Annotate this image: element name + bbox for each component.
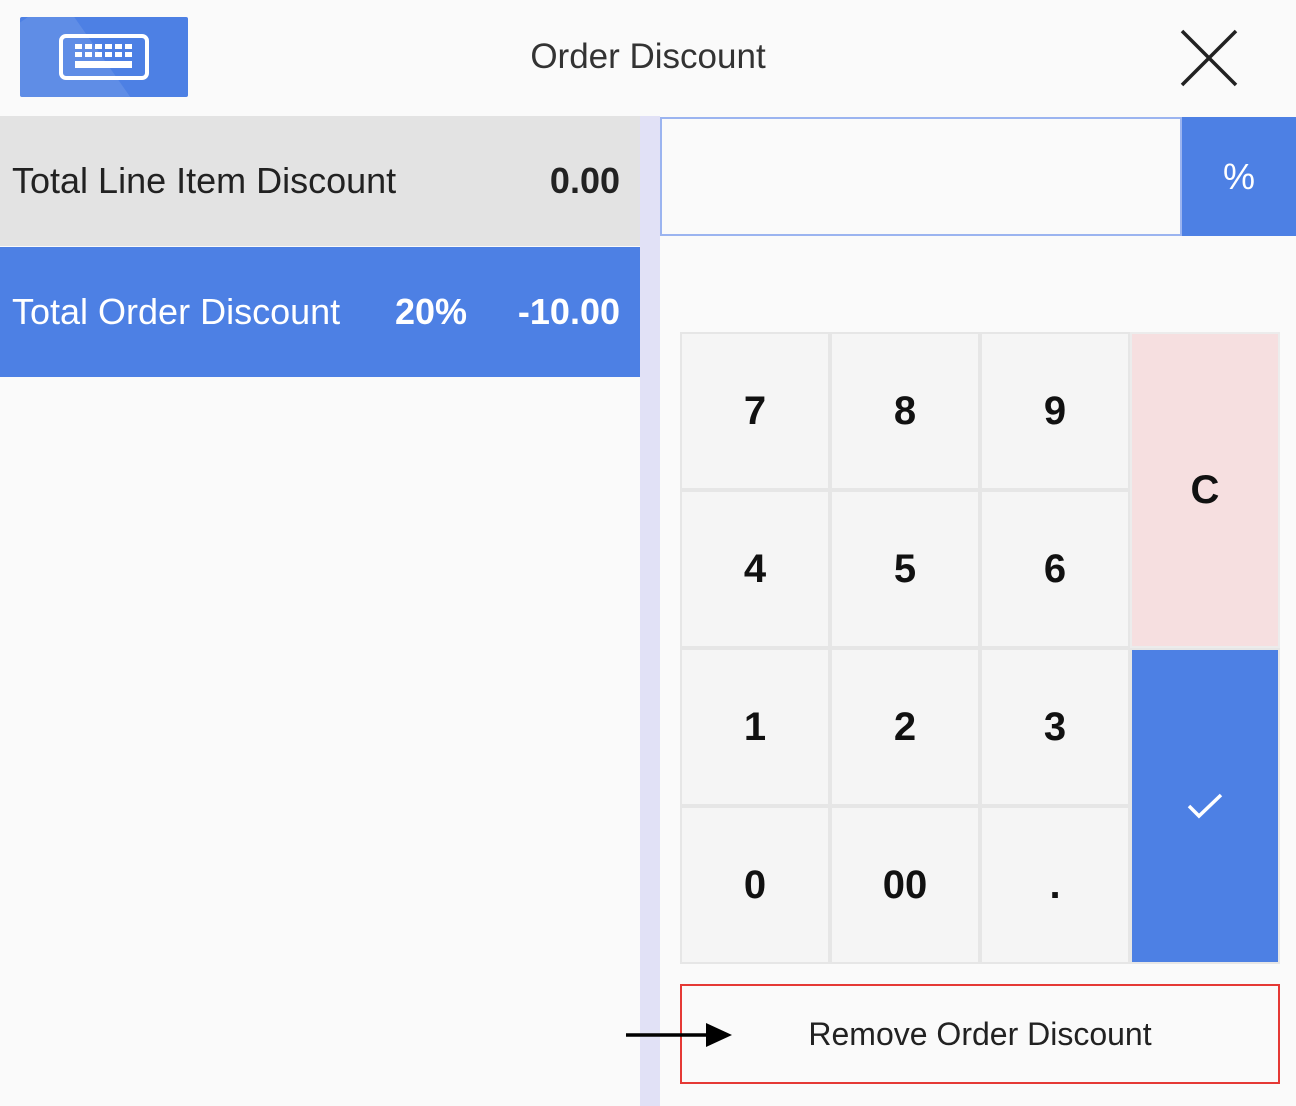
order-discount-percent: 20%	[395, 291, 468, 332]
order-discount-label: Total Order Discount	[12, 291, 341, 332]
order-discount-amount: -10.00	[517, 291, 620, 332]
key-8[interactable]: 8	[830, 332, 980, 490]
order-discount-row[interactable]: Total Order Discount 20% -10.00	[0, 247, 640, 377]
dialog-title: Order Discount	[530, 37, 766, 76]
key-decimal[interactable]: .	[980, 806, 1130, 964]
line-item-discount-amount: 0.00	[549, 160, 620, 201]
percent-mode-button[interactable]: %	[1182, 117, 1296, 236]
close-icon	[1180, 29, 1238, 87]
key-7[interactable]: 7	[680, 332, 830, 490]
confirm-key[interactable]	[1130, 648, 1280, 964]
dialog-header: Order Discount	[0, 0, 1296, 116]
line-item-discount-row[interactable]: Total Line Item Discount 0.00	[0, 116, 640, 246]
key-00[interactable]: 00	[830, 806, 980, 964]
close-button[interactable]	[1176, 27, 1242, 89]
key-1[interactable]: 1	[680, 648, 830, 806]
remove-order-discount-button[interactable]: Remove Order Discount	[680, 984, 1280, 1084]
key-3[interactable]: 3	[980, 648, 1130, 806]
discount-input[interactable]	[660, 117, 1182, 236]
arrow-right-icon	[626, 1023, 732, 1047]
key-9[interactable]: 9	[980, 332, 1130, 490]
panel-divider	[640, 116, 660, 1106]
key-5[interactable]: 5	[830, 490, 980, 648]
key-2[interactable]: 2	[830, 648, 980, 806]
check-icon	[1187, 793, 1223, 819]
numeric-keypad: 7 8 9 4 5 6 1 2 3 0 00 . C	[680, 332, 1280, 964]
discount-summary-panel: Total Line Item Discount 0.00 Total Orde…	[0, 116, 640, 1106]
key-4[interactable]: 4	[680, 490, 830, 648]
key-0[interactable]: 0	[680, 806, 830, 964]
key-6[interactable]: 6	[980, 490, 1130, 648]
line-item-discount-label: Total Line Item Discount	[12, 160, 397, 201]
clear-key[interactable]: C	[1130, 332, 1280, 648]
